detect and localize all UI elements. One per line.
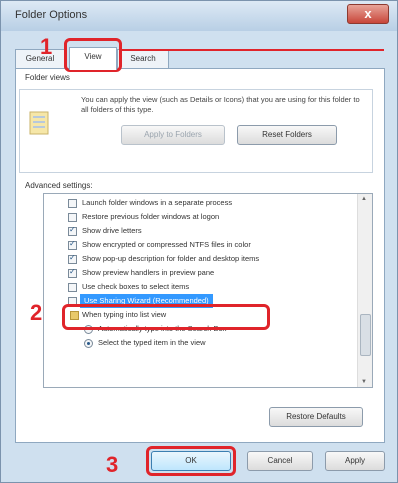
list-item-label: Launch folder windows in a separate proc…	[82, 198, 233, 207]
advanced-settings-list[interactable]: Launch folder windows in a separate proc…	[43, 193, 373, 388]
reset-folders-button[interactable]: Reset Folders	[237, 125, 337, 145]
scroll-up-icon[interactable]: ▲	[361, 196, 367, 202]
restore-defaults-button[interactable]: Restore Defaults	[269, 407, 363, 427]
list-item-label: Select the typed item in the view	[98, 338, 206, 347]
list-item-label: Show encrypted or compressed NTFS files …	[82, 240, 251, 249]
folder-views-title: Folder views	[25, 73, 70, 82]
advanced-settings-title: Advanced settings:	[25, 181, 93, 190]
list-item-label: Show drive letters	[82, 226, 142, 235]
tab-search[interactable]: Search	[117, 49, 169, 69]
callout-ok-button	[146, 446, 236, 476]
folder-options-window: Folder Options x General View Search Fol…	[0, 0, 398, 483]
callout-number-2: 2	[30, 300, 43, 325]
apply-button[interactable]: Apply	[325, 451, 385, 471]
checkbox[interactable]	[68, 213, 77, 222]
close-button[interactable]: x	[347, 4, 389, 24]
list-item-label: Show pop-up description for folder and d…	[82, 254, 260, 263]
list-item-label: Restore previous folder windows at logon	[82, 212, 220, 221]
folder-views-description: You can apply the view (such as Details …	[81, 95, 360, 114]
list-scrollbar[interactable]: ▲ ▼	[357, 194, 372, 387]
callout-leader-line	[122, 49, 384, 51]
list-item-label: Show preview handlers in preview pane	[82, 268, 215, 277]
scroll-thumb[interactable]	[360, 314, 371, 356]
checkbox[interactable]	[68, 283, 77, 292]
callout-number-3: 3	[106, 452, 119, 477]
checkbox[interactable]	[68, 265, 77, 279]
checkbox[interactable]	[68, 251, 77, 265]
checkbox[interactable]	[68, 237, 77, 251]
apply-to-folders-button[interactable]: Apply to Folders	[121, 125, 225, 145]
cancel-button[interactable]: Cancel	[247, 451, 313, 471]
list-item-label: Use check boxes to select items	[82, 282, 190, 291]
callout-sharing-wizard	[62, 304, 270, 330]
tab-view[interactable]: View	[69, 47, 117, 70]
title-bar[interactable]: Folder Options x	[1, 1, 397, 31]
checkbox[interactable]	[68, 199, 77, 208]
scroll-down-icon[interactable]: ▼	[361, 379, 367, 385]
folder-view-icon	[29, 111, 49, 135]
window-title: Folder Options	[15, 9, 88, 21]
callout-number-1: 1	[40, 34, 53, 59]
radio-button[interactable]	[84, 339, 93, 348]
checkbox[interactable]	[68, 223, 77, 237]
